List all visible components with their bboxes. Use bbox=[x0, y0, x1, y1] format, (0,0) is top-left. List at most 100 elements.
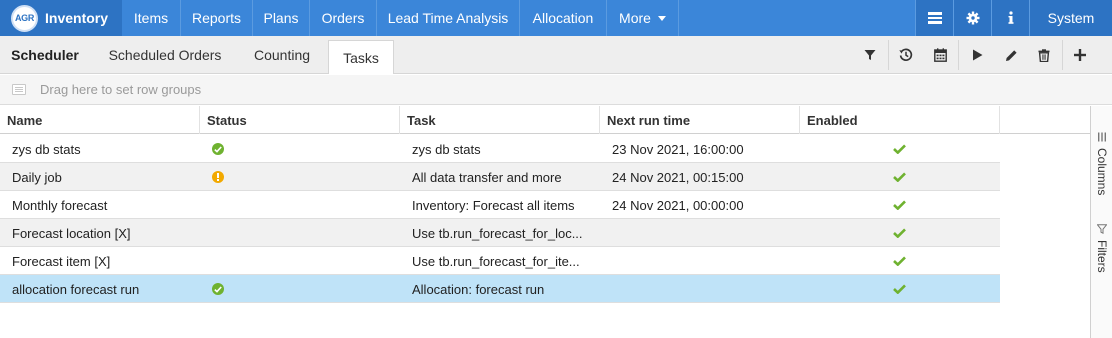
tab-scheduled-orders[interactable]: Scheduled Orders bbox=[94, 36, 236, 74]
cell-name: Forecast location [X] bbox=[12, 225, 131, 241]
cell-enabled bbox=[893, 275, 909, 303]
filter-button[interactable] bbox=[853, 36, 887, 74]
cell-status bbox=[212, 247, 242, 275]
nav-item-more[interactable]: More bbox=[607, 0, 679, 36]
checkmark-icon bbox=[893, 284, 906, 294]
agr-logo: AGR bbox=[11, 4, 38, 32]
status-ok-icon bbox=[212, 283, 224, 295]
cell-task: zys db stats bbox=[412, 141, 481, 157]
cell-task: Use tb.run_forecast_for_ite... bbox=[412, 253, 580, 269]
checkmark-icon bbox=[893, 200, 906, 210]
cell-status bbox=[212, 219, 242, 247]
add-button[interactable] bbox=[1063, 36, 1097, 74]
row-group-icon bbox=[12, 84, 26, 95]
cell-status bbox=[212, 163, 242, 191]
filter-outline-icon bbox=[1097, 224, 1107, 234]
table-row[interactable]: Monthly forecast Inventory: Forecast all … bbox=[0, 191, 1000, 219]
brand[interactable]: AGR Inventory bbox=[0, 0, 122, 36]
table-row[interactable]: Daily job All data transfer and more 24 No… bbox=[0, 163, 1000, 191]
nav-item-plans[interactable]: Plans bbox=[253, 0, 310, 36]
gear-icon bbox=[966, 11, 979, 25]
row-group-panel[interactable]: Drag here to set row groups bbox=[0, 75, 1112, 105]
cell-next-run-time bbox=[612, 219, 798, 247]
cell-enabled bbox=[893, 135, 909, 163]
layout-icon bbox=[927, 12, 942, 24]
grid-header: Name Status Task Next run time Enabled bbox=[0, 106, 1090, 134]
scheduler-title: Scheduler bbox=[11, 47, 79, 63]
cell-name: zys db stats bbox=[12, 141, 81, 157]
column-header-name[interactable]: Name bbox=[0, 106, 200, 134]
cell-task: Inventory: Forecast all items bbox=[412, 197, 575, 213]
cell-next-run-time bbox=[612, 275, 798, 303]
columns-panel-label: Columns bbox=[1095, 148, 1109, 196]
checkmark-icon bbox=[893, 256, 906, 266]
history-icon bbox=[899, 48, 913, 62]
cell-name: Monthly forecast bbox=[12, 197, 108, 213]
cell-enabled bbox=[893, 191, 909, 219]
calendar-icon bbox=[933, 48, 947, 62]
tab-tasks[interactable]: Tasks bbox=[328, 40, 394, 74]
table-row[interactable]: zys db stats zys db stats 23 Nov 2021, 16:… bbox=[0, 135, 1000, 163]
cell-status bbox=[212, 191, 242, 219]
top-navigation-bar: AGR Inventory Items Reports Plans Orders… bbox=[0, 0, 1112, 36]
status-warning-icon bbox=[212, 171, 224, 183]
cell-enabled bbox=[893, 247, 909, 275]
cell-status bbox=[212, 275, 242, 303]
cell-name: Forecast item [X] bbox=[12, 253, 111, 269]
run-button[interactable] bbox=[960, 36, 994, 74]
play-icon bbox=[972, 49, 982, 61]
caret-down-icon bbox=[657, 16, 666, 21]
cell-name: Daily job bbox=[12, 169, 62, 185]
cell-next-run-time bbox=[612, 247, 798, 275]
system-menu[interactable]: System bbox=[1029, 0, 1112, 36]
info-icon bbox=[1008, 11, 1013, 24]
settings-button[interactable] bbox=[953, 0, 991, 36]
cell-next-run-time: 23 Nov 2021, 16:00:00 bbox=[612, 141, 744, 157]
edit-icon bbox=[1005, 49, 1017, 61]
info-button[interactable] bbox=[991, 0, 1029, 36]
filter-icon bbox=[864, 50, 876, 60]
tab-counting[interactable]: Counting bbox=[238, 36, 326, 74]
cell-next-run-time: 24 Nov 2021, 00:15:00 bbox=[612, 169, 744, 185]
delete-icon bbox=[1038, 48, 1050, 62]
nav-item-orders[interactable]: Orders bbox=[310, 0, 377, 36]
scheduler-toolbar: Scheduler Scheduled Orders Counting Task… bbox=[0, 36, 1112, 74]
history-button[interactable] bbox=[889, 36, 923, 74]
cell-enabled bbox=[893, 219, 909, 247]
nav-item-reports[interactable]: Reports bbox=[181, 0, 253, 36]
nav-item-items[interactable]: Items bbox=[122, 0, 181, 36]
cell-status bbox=[212, 135, 242, 163]
filters-panel-button[interactable]: Filters bbox=[1091, 224, 1112, 273]
column-header-enabled[interactable]: Enabled bbox=[800, 106, 1000, 134]
tool-side-panel: Columns Filters bbox=[1090, 106, 1112, 338]
table-row[interactable]: Forecast location [X] Use tb.run_forecast… bbox=[0, 219, 1000, 247]
tasks-grid: Name Status Task Next run time Enabled z… bbox=[0, 106, 1090, 338]
nav-item-lead-time-analysis[interactable]: Lead Time Analysis bbox=[377, 0, 520, 36]
cell-next-run-time: 24 Nov 2021, 00:00:00 bbox=[612, 197, 744, 213]
cell-name: allocation forecast run bbox=[12, 281, 140, 297]
checkmark-icon bbox=[893, 172, 906, 182]
cell-task: Use tb.run_forecast_for_loc... bbox=[412, 225, 583, 241]
table-row[interactable]: allocation forecast run Allocation: forec… bbox=[0, 275, 1000, 303]
nav-more-label: More bbox=[619, 10, 651, 26]
status-ok-icon bbox=[212, 143, 224, 155]
cell-task: All data transfer and more bbox=[412, 169, 562, 185]
column-header-status[interactable]: Status bbox=[200, 106, 400, 134]
filters-panel-label: Filters bbox=[1095, 240, 1109, 273]
column-header-task[interactable]: Task bbox=[400, 106, 600, 134]
edit-button[interactable] bbox=[994, 36, 1028, 74]
add-icon bbox=[1074, 49, 1086, 61]
brand-name: Inventory bbox=[45, 10, 109, 26]
layout-button[interactable] bbox=[915, 0, 953, 36]
delete-button[interactable] bbox=[1027, 36, 1061, 74]
column-header-next-run-time[interactable]: Next run time bbox=[600, 106, 800, 134]
row-group-placeholder: Drag here to set row groups bbox=[40, 82, 202, 97]
checkmark-icon bbox=[893, 144, 906, 154]
calendar-button[interactable] bbox=[923, 36, 957, 74]
cell-task: Allocation: forecast run bbox=[412, 281, 545, 297]
columns-icon bbox=[1098, 132, 1106, 142]
nav-item-allocation[interactable]: Allocation bbox=[520, 0, 607, 36]
checkmark-icon bbox=[893, 228, 906, 238]
columns-panel-button[interactable]: Columns bbox=[1091, 132, 1112, 195]
table-row[interactable]: Forecast item [X] Use tb.run_forecast_for… bbox=[0, 247, 1000, 275]
